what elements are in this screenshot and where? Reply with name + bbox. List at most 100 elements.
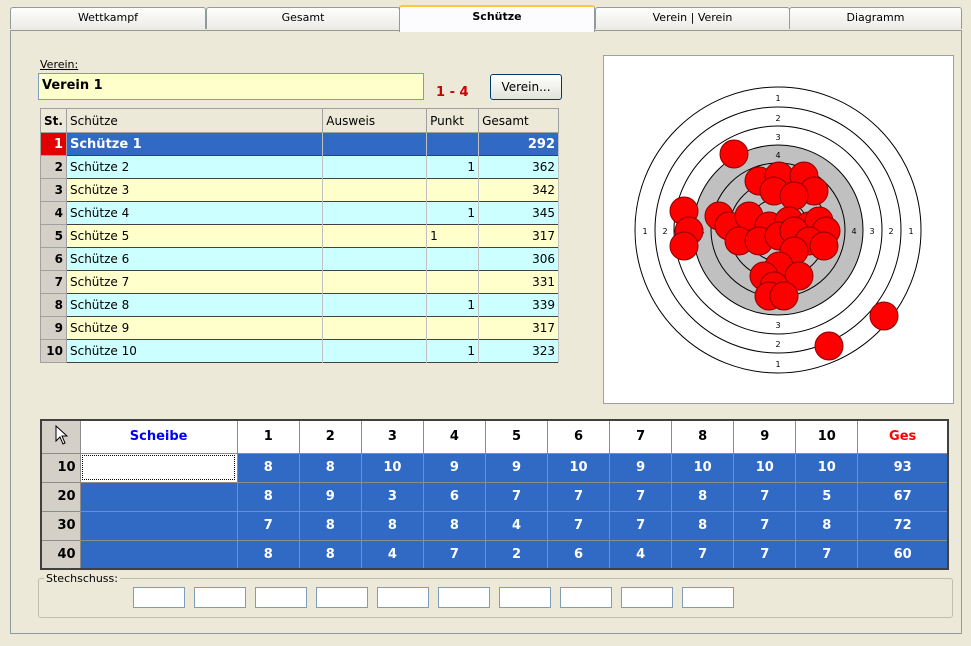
scheibe-cell[interactable]	[79, 481, 238, 512]
shot-value: 7	[671, 539, 735, 570]
shooter-table-header: St. Schütze Ausweis Punkt Gesamt	[40, 108, 559, 133]
shot-value: 8	[671, 481, 735, 512]
shot-value: 8	[236, 539, 300, 570]
tab-wettkampf[interactable]: Wettkampf	[10, 7, 206, 29]
shot-value: 7	[733, 481, 797, 512]
shooter-row[interactable]: 6 Schütze 6 306	[40, 247, 559, 271]
shooter-gesamt: 339	[478, 293, 559, 317]
col-shot[interactable]: 9	[733, 419, 797, 454]
shot-value: 10	[733, 452, 797, 483]
shot-value: 4	[360, 539, 424, 570]
shooter-row[interactable]: 4 Schütze 4 1 345	[40, 201, 559, 225]
col-shot[interactable]: 6	[547, 419, 611, 454]
stechschuss-input[interactable]	[499, 587, 551, 608]
corner-cell[interactable]	[40, 419, 81, 454]
verein-field[interactable]: Verein 1	[38, 73, 424, 100]
shot-value: 8	[236, 452, 300, 483]
row-total: 93	[857, 452, 949, 483]
shot-value: 7	[609, 510, 673, 541]
shooter-ausweis	[322, 132, 428, 156]
result-row[interactable]: 30 7 8 8 8 4 7 7 8 7 8 72	[40, 510, 949, 541]
tab-strip: Wettkampf Gesamt Schütze Verein | Verein…	[10, 5, 962, 32]
col-ges[interactable]: Ges	[857, 419, 949, 454]
verein-button[interactable]: Verein...	[490, 74, 562, 100]
shooter-row[interactable]: 10 Schütze 10 1 323	[40, 339, 559, 363]
shooter-row[interactable]: 5 Schütze 5 1 317	[40, 224, 559, 248]
shot-hit	[809, 231, 839, 261]
col-shot[interactable]: 8	[671, 419, 735, 454]
cursor-arrow-icon	[55, 424, 69, 445]
shooter-name: Schütze 4	[66, 201, 324, 225]
stechschuss-input[interactable]	[621, 587, 673, 608]
shot-value: 7	[733, 539, 797, 570]
shot-value: 8	[298, 510, 362, 541]
result-row-label: 40	[40, 539, 81, 570]
result-row-label: 20	[40, 481, 81, 512]
tab-diagramm[interactable]: Diagramm	[789, 7, 962, 29]
shooter-rank: 6	[40, 247, 67, 271]
stechschuss-input[interactable]	[133, 587, 185, 608]
shooter-rank: 5	[40, 224, 67, 248]
shooter-ausweis	[322, 270, 428, 294]
col-shot[interactable]: 7	[609, 419, 673, 454]
stechschuss-input[interactable]	[438, 587, 490, 608]
verein-label: Verein:	[40, 58, 79, 71]
shot-value: 7	[236, 510, 300, 541]
shot-value: 6	[422, 481, 486, 512]
shooter-ausweis	[322, 247, 428, 271]
col-shot[interactable]: 5	[484, 419, 549, 454]
col-scheibe[interactable]: Scheibe	[79, 419, 238, 454]
col-shot[interactable]: 4	[422, 419, 486, 454]
tab-gesamt[interactable]: Gesamt	[206, 7, 400, 29]
stechschuss-input[interactable]	[255, 587, 307, 608]
shot-value: 7	[609, 481, 673, 512]
shooter-row[interactable]: 7 Schütze 7 331	[40, 270, 559, 294]
shooter-rank: 8	[40, 293, 67, 317]
shot-value: 5	[795, 481, 859, 512]
scheibe-cell[interactable]	[79, 510, 238, 541]
scheibe-cell[interactable]	[79, 539, 238, 570]
result-row[interactable]: 20 8 9 3 6 7 7 7 8 7 5 67	[40, 481, 949, 512]
stechschuss-input[interactable]	[316, 587, 368, 608]
col-schuetze[interactable]: Schütze	[65, 108, 324, 133]
tab-schuetze[interactable]: Schütze	[399, 5, 595, 32]
shooter-row[interactable]: 2 Schütze 2 1 362	[40, 155, 559, 179]
tab-verein-verein[interactable]: Verein | Verein	[595, 7, 790, 29]
shot-value: 8	[298, 452, 362, 483]
shot-value: 10	[547, 452, 611, 483]
col-punkt[interactable]: Punkt	[426, 108, 480, 133]
shooter-row[interactable]: 1 Schütze 1 292	[40, 132, 559, 156]
ring-label: 2	[775, 340, 780, 349]
col-st[interactable]: St.	[40, 108, 67, 133]
result-row[interactable]: 40 8 8 4 7 2 6 4 7 7 7 60	[40, 539, 949, 570]
col-shot[interactable]: 3	[360, 419, 424, 454]
shooter-gesamt: 345	[478, 201, 559, 225]
row-total: 60	[857, 539, 949, 570]
ring-label: 2	[775, 114, 780, 123]
stechschuss-input[interactable]	[194, 587, 246, 608]
col-shot[interactable]: 1	[236, 419, 300, 454]
shooter-name: Schütze 5	[66, 224, 324, 248]
shooter-rank: 10	[40, 339, 67, 363]
result-row[interactable]: 10 8 8 10 9 9 10 9 10 10 10 93	[40, 452, 949, 483]
ring-label: 1	[775, 360, 780, 369]
shooter-row[interactable]: 9 Schütze 9 317	[40, 316, 559, 340]
ring-label: 3	[775, 321, 780, 330]
shooter-row[interactable]: 3 Schütze 3 342	[40, 178, 559, 202]
scheibe-cell[interactable]	[79, 452, 238, 483]
shooter-rank: 2	[40, 155, 67, 179]
col-gesamt[interactable]: Gesamt	[478, 108, 559, 133]
shot-value: 4	[609, 539, 673, 570]
col-shot[interactable]: 10	[795, 419, 859, 454]
col-ausweis[interactable]: Ausweis	[322, 108, 428, 133]
shooter-name: Schütze 6	[66, 247, 324, 271]
row-total: 72	[857, 510, 949, 541]
shooter-rank: 4	[40, 201, 67, 225]
stechschuss-input[interactable]	[682, 587, 734, 608]
stechschuss-input[interactable]	[560, 587, 612, 608]
shooter-row[interactable]: 8 Schütze 8 1 339	[40, 293, 559, 317]
target-panel: 11112222333344445555	[603, 55, 954, 404]
stechschuss-input[interactable]	[377, 587, 429, 608]
shooter-punkt	[426, 270, 480, 294]
col-shot[interactable]: 2	[298, 419, 362, 454]
